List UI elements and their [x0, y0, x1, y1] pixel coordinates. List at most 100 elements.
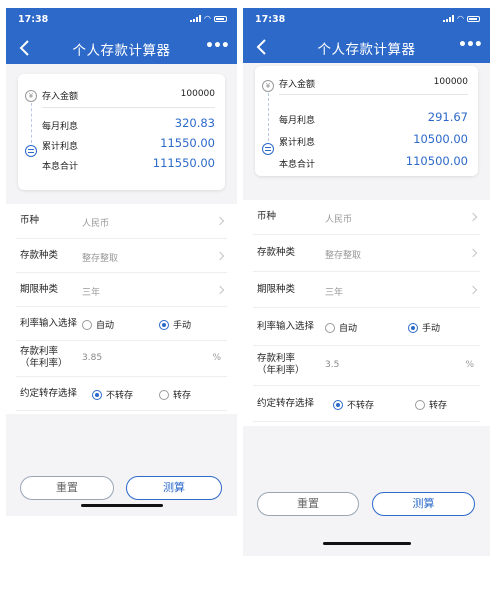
rollover-yes-label: 转存 [173, 391, 192, 401]
rate-mode-row: 利率输入选择 自动 手动 [16, 307, 227, 341]
cumulative-interest-label: 累计利息 [279, 138, 316, 148]
timeline-line [31, 103, 32, 143]
rate-mode-manual-label: 手动 [173, 321, 192, 331]
deposit-amount-row: 存入金额 100000 [42, 86, 215, 102]
home-indicator [323, 542, 411, 545]
rate-label-line2: （年利率） [20, 358, 68, 369]
cumulative-interest-value: 11550.00 [160, 136, 215, 150]
deposit-type-value: 整存整取 [325, 251, 362, 261]
deposit-amount-value: 100000 [433, 77, 468, 87]
summary-card: ¥ 存入金额 100000 每月利息 320.83 累计利息 11550.00 … [18, 74, 225, 190]
cumulative-interest-row: 累计利息 11550.00 [42, 136, 215, 152]
rate-label-line2: （年利率） [257, 365, 305, 376]
deposit-amount-label: 存入金额 [42, 92, 79, 102]
term-row[interactable]: 期限种类 三年 [253, 272, 480, 308]
rollover-no-radio[interactable]: 不转存 [333, 398, 374, 411]
deposit-type-value: 整存整取 [82, 254, 119, 264]
cumulative-interest-label: 累计利息 [42, 142, 79, 152]
rate-row: 存款利率 （年利率） 3.85 % [16, 341, 227, 377]
rate-mode-label: 利率输入选择 [257, 321, 315, 332]
deposit-type-row[interactable]: 存款种类 整存整取 [253, 235, 480, 272]
nav-bar: 个人存款计算器 ••• [6, 32, 237, 64]
home-indicator [81, 504, 163, 507]
rate-mode-manual-radio[interactable]: 手动 [159, 318, 191, 331]
deposit-type-label: 存款种类 [257, 247, 296, 258]
currency-value: 人民币 [325, 215, 353, 225]
rate-mode-auto-radio[interactable]: 自动 [82, 318, 114, 331]
rate-mode-row: 利率输入选择 自动 手动 [253, 308, 480, 346]
rate-unit: % [212, 353, 221, 363]
chevron-right-icon [215, 285, 225, 295]
rollover-yes-radio[interactable]: 转存 [415, 398, 447, 411]
cumulative-interest-value: 10500.00 [413, 132, 468, 146]
rate-mode-auto-label: 自动 [339, 324, 358, 334]
total-value: 110500.00 [405, 154, 468, 168]
status-time: 17:38 [18, 14, 49, 25]
app-header: 17:38 ◠ 个人存款计算器 ••• [243, 8, 490, 63]
reset-button[interactable]: 重置 [257, 492, 359, 516]
rate-row: 存款利率 （年利率） 3.5 % [253, 346, 480, 386]
wifi-icon: ◠ [457, 14, 464, 23]
phone-screen-left: 17:38 ◠ 个人存款计算器 ••• ¥ 存入金额 100000 每月利息 3… [6, 8, 237, 516]
rollover-no-radio[interactable]: 不转存 [92, 388, 133, 401]
calculator-form: 币种 人民币 存款种类 整存整取 期限种类 三年 利率输入选择 自动 手动 存款… [243, 200, 490, 426]
rate-mode-auto-radio[interactable]: 自动 [325, 321, 357, 334]
term-value: 三年 [82, 288, 101, 298]
currency-label: 币种 [20, 215, 40, 226]
calculate-button[interactable]: 测算 [372, 492, 475, 516]
rate-mode-auto-label: 自动 [96, 321, 115, 331]
status-icons: ◠ [443, 14, 480, 23]
term-label: 期限种类 [20, 284, 59, 295]
calculate-button[interactable]: 测算 [126, 476, 222, 500]
rate-input[interactable]: 3.5 [325, 360, 339, 370]
deposit-amount-label: 存入金额 [279, 80, 316, 90]
chevron-right-icon [215, 216, 225, 226]
currency-label: 币种 [257, 211, 277, 222]
rate-unit: % [465, 360, 474, 370]
deposit-amount-value: 100000 [180, 89, 215, 99]
radio-unselected-icon [415, 399, 425, 410]
summary-card: ¥ 存入金额 100000 每月利息 291.67 累计利息 10500.00 … [255, 66, 478, 176]
total-label: 本息合计 [42, 162, 79, 172]
rate-input[interactable]: 3.85 [82, 353, 102, 363]
term-label: 期限种类 [257, 284, 296, 295]
more-icon[interactable]: ••• [458, 35, 483, 59]
total-value: 111550.00 [152, 156, 215, 170]
chevron-right-icon [215, 251, 225, 261]
coin-icon: ¥ [25, 90, 37, 102]
radio-selected-icon [159, 319, 169, 330]
page-title: 个人存款计算器 [72, 43, 171, 59]
reset-button[interactable]: 重置 [20, 476, 114, 500]
radio-unselected-icon [159, 389, 169, 400]
currency-row[interactable]: 币种 人民币 [253, 200, 480, 235]
status-icons: ◠ [190, 15, 227, 23]
rate-mode-manual-radio[interactable]: 手动 [408, 321, 440, 334]
app-header: 17:38 ◠ 个人存款计算器 ••• [6, 8, 237, 64]
deposit-type-label: 存款种类 [20, 250, 59, 261]
calculator-icon [25, 145, 37, 157]
monthly-interest-row: 每月利息 320.83 [42, 116, 215, 132]
monthly-interest-value: 320.83 [174, 116, 215, 130]
currency-row[interactable]: 币种 人民币 [16, 204, 227, 239]
rate-mode-manual-label: 手动 [422, 324, 441, 334]
phone-screen-right: 17:38 ◠ 个人存款计算器 ••• ¥ 存入金额 100000 每月利息 2… [243, 8, 490, 556]
rollover-yes-radio[interactable]: 转存 [159, 388, 191, 401]
signal-icon [443, 15, 455, 22]
rollover-yes-label: 转存 [429, 401, 448, 411]
rollover-no-label: 不转存 [106, 391, 134, 401]
nav-bar: 个人存款计算器 ••• [243, 31, 490, 63]
status-bar: 17:38 ◠ [243, 8, 490, 30]
chevron-right-icon [468, 285, 478, 295]
rollover-label: 约定转存选择 [20, 388, 78, 399]
radio-selected-icon [92, 389, 102, 400]
deposit-type-row[interactable]: 存款种类 整存整取 [16, 239, 227, 273]
radio-selected-icon [333, 399, 343, 410]
card-divider [279, 94, 468, 95]
more-icon[interactable]: ••• [205, 36, 230, 60]
battery-icon [214, 15, 227, 22]
total-row: 本息合计 110500.00 [279, 154, 468, 170]
rate-label: 存款利率 （年利率） [257, 353, 305, 377]
total-row: 本息合计 111550.00 [42, 156, 215, 172]
status-bar: 17:38 ◠ [6, 8, 237, 30]
term-row[interactable]: 期限种类 三年 [16, 273, 227, 307]
